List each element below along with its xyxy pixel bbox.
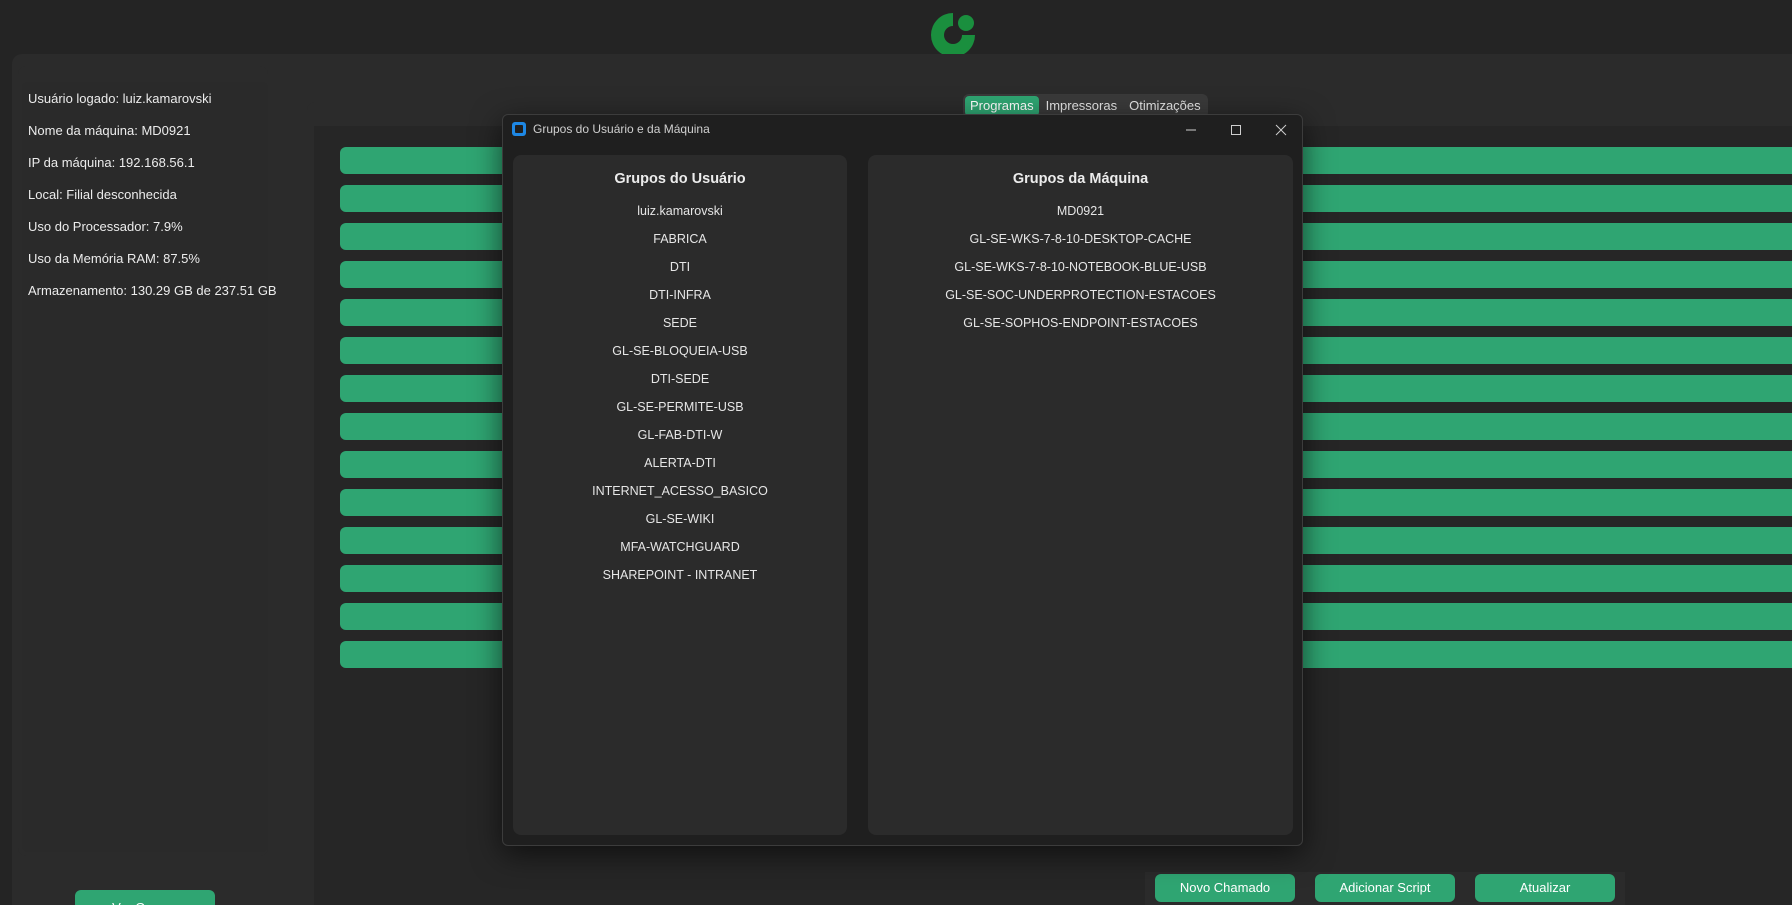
groups-dialog: Grupos do Usuário e da Máquina Grupos do… [502,114,1303,846]
dialog-title: Grupos do Usuário e da Máquina [533,122,710,136]
info-storage: Armazenamento: 130.29 GB de 237.51 GB [28,283,277,298]
list-item: MFA-WATCHGUARD [620,540,740,554]
app-icon [512,122,526,136]
tab-impressoras[interactable]: Impressoras [1041,96,1123,116]
minimize-icon[interactable] [1169,115,1213,145]
app-window: Usuário logado: luiz.kamarovski Nome da … [0,0,1792,905]
info-machine-name: Nome da máquina: MD0921 [28,123,191,138]
list-item: luiz.kamarovski [637,204,723,218]
list-item: SHAREPOINT - INTRANET [602,568,758,582]
list-item: GL-SE-WKS-7-8-10-DESKTOP-CACHE [969,232,1192,246]
ver-grupos-button[interactable]: Ver Grupos [75,890,215,905]
user-groups-panel: Grupos do Usuário luiz.kamarovski FABRIC… [513,155,847,835]
list-item: MD0921 [1056,204,1105,218]
maximize-icon[interactable] [1214,115,1258,145]
list-item: FABRICA [653,232,707,246]
novo-chamado-button[interactable]: Novo Chamado [1155,874,1295,902]
machine-groups-title: Grupos da Máquina [1012,171,1149,187]
user-groups-title: Grupos do Usuário [614,171,746,187]
machine-groups-list: MD0921 GL-SE-WKS-7-8-10-DESKTOP-CACHE GL… [868,204,1293,344]
list-item: GL-SE-WIKI [645,512,715,526]
info-logged-user: Usuário logado: luiz.kamarovski [28,91,212,106]
list-item: GL-FAB-DTI-W [637,428,723,442]
adicionar-script-button[interactable]: Adicionar Script [1315,874,1455,902]
list-item: DTI-SEDE [650,372,710,386]
info-cpu-usage: Uso do Processador: 7.9% [28,219,183,234]
list-item: SEDE [662,316,698,330]
tab-programas[interactable]: Programas [965,96,1039,116]
list-item: INTERNET_ACESSO_BASICO [592,484,768,498]
machine-groups-panel: Grupos da Máquina MD0921 GL-SE-WKS-7-8-1… [868,155,1293,835]
list-item: DTI-INFRA [649,288,711,302]
list-item: GL-SE-WKS-7-8-10-NOTEBOOK-BLUE-USB [954,260,1207,274]
user-groups-list: luiz.kamarovski FABRICA DTI DTI-INFRA SE… [513,204,847,596]
dialog-titlebar[interactable]: Grupos do Usuário e da Máquina [503,115,1302,145]
info-machine-ip: IP da máquina: 192.168.56.1 [28,155,195,170]
info-location: Local: Filial desconhecida [28,187,177,202]
tab-otimizacoes[interactable]: Otimizações [1124,96,1206,116]
list-item: ALERTA-DTI [644,456,716,470]
atualizar-button[interactable]: Atualizar [1475,874,1615,902]
list-item: GL-SE-SOC-UNDERPROTECTION-ESTACOES [945,288,1216,302]
list-item: GL-SE-SOPHOS-ENDPOINT-ESTACOES [963,316,1198,330]
list-item: GL-SE-BLOQUEIA-USB [612,344,748,358]
info-ram-usage: Uso da Memória RAM: 87.5% [28,251,200,266]
list-item: GL-SE-PERMITE-USB [616,400,744,414]
list-item: DTI [669,260,691,274]
close-icon[interactable] [1259,115,1303,145]
